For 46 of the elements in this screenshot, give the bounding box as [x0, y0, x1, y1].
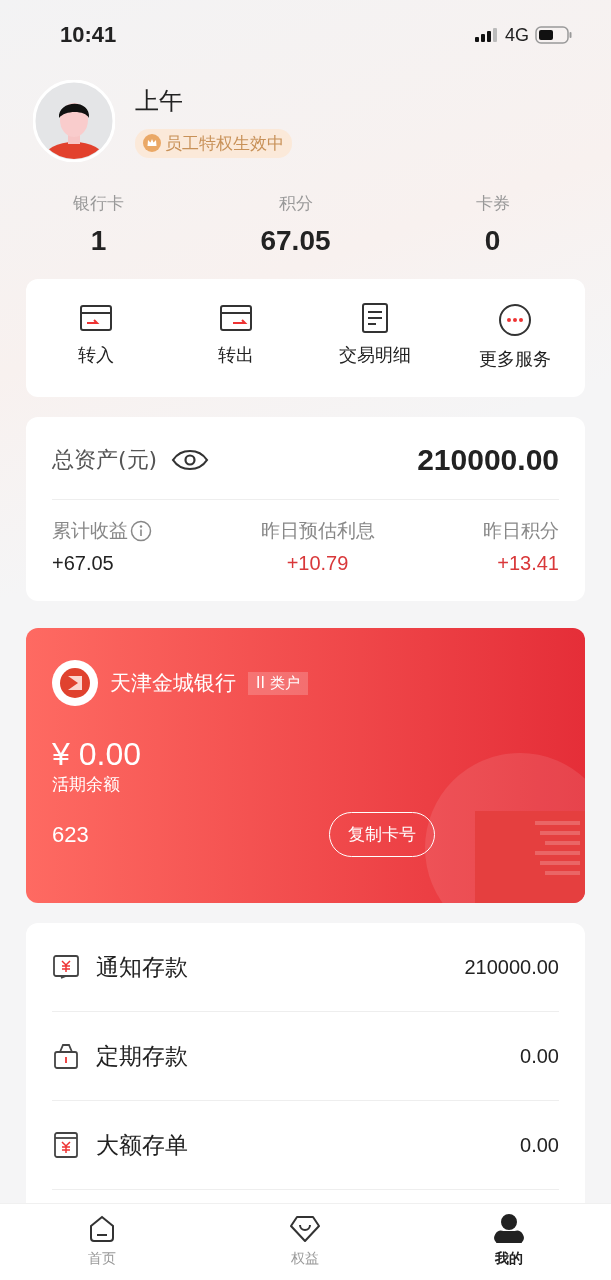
stat-label: 卡券 — [475, 192, 510, 215]
network-label: 4G — [505, 24, 529, 46]
stat-value[interactable]: 0 — [484, 225, 501, 257]
yen-receipt-icon — [52, 1131, 80, 1159]
earning-value: +10.79 — [286, 552, 349, 575]
signal-icon — [475, 28, 499, 42]
more-icon — [498, 303, 533, 337]
eye-icon[interactable] — [171, 448, 210, 472]
balance-amount: ¥ 0.00 — [52, 736, 142, 773]
battery-icon — [535, 26, 573, 44]
earning-value: +67.05 — [52, 552, 115, 575]
stat-value[interactable]: 67.05 — [260, 225, 331, 257]
person-icon — [494, 1214, 525, 1244]
stat-label: 积分 — [278, 192, 313, 215]
action-button[interactable]: 转出 — [175, 303, 296, 371]
status-time: 10:41 — [60, 22, 117, 48]
total-assets: 210000.00 — [417, 443, 559, 477]
crown-icon — [143, 134, 161, 152]
card-out-icon — [218, 303, 253, 333]
avatar-icon[interactable] — [33, 80, 115, 162]
bank-card[interactable]: 天津金城银行 II 类户 ¥ 0.00 活期余额 623 复制卡号 — [26, 628, 585, 903]
balance-label: 活期余额 — [52, 773, 121, 796]
card-number: 623 — [52, 821, 89, 848]
deposit-row[interactable]: 定期存款 0.00 — [52, 1012, 559, 1101]
assets-title: 总资产(元) — [52, 446, 158, 474]
earning-label: 累计收益 — [52, 518, 128, 543]
earning-label: 昨日预估利息 — [260, 518, 375, 543]
yen-note-icon — [52, 953, 80, 981]
earning-value: +13.41 — [497, 552, 559, 575]
stat-value[interactable]: 1 — [90, 225, 107, 257]
card-in-icon — [78, 303, 113, 333]
gem-icon — [289, 1214, 322, 1244]
lock-bag-icon — [52, 1042, 80, 1070]
info-icon[interactable] — [130, 520, 152, 542]
action-button[interactable]: 交易明细 — [315, 303, 436, 371]
action-button[interactable]: 更多服务 — [455, 303, 576, 371]
action-button[interactable]: 转入 — [35, 303, 156, 371]
bank-name: 天津金城银行 — [110, 670, 236, 697]
user-name: 上午 — [135, 85, 184, 117]
tab-item[interactable]: 我的 — [459, 1204, 560, 1280]
deposit-row[interactable]: 通知存款 210000.00 — [52, 923, 559, 1012]
stat-label: 银行卡 — [73, 192, 124, 215]
bank-logo-icon — [52, 660, 98, 706]
account-type-tag: II 类户 — [248, 671, 308, 695]
earning-label: 昨日积分 — [483, 518, 559, 543]
deposit-row[interactable]: 大额存单 0.00 — [52, 1101, 559, 1190]
